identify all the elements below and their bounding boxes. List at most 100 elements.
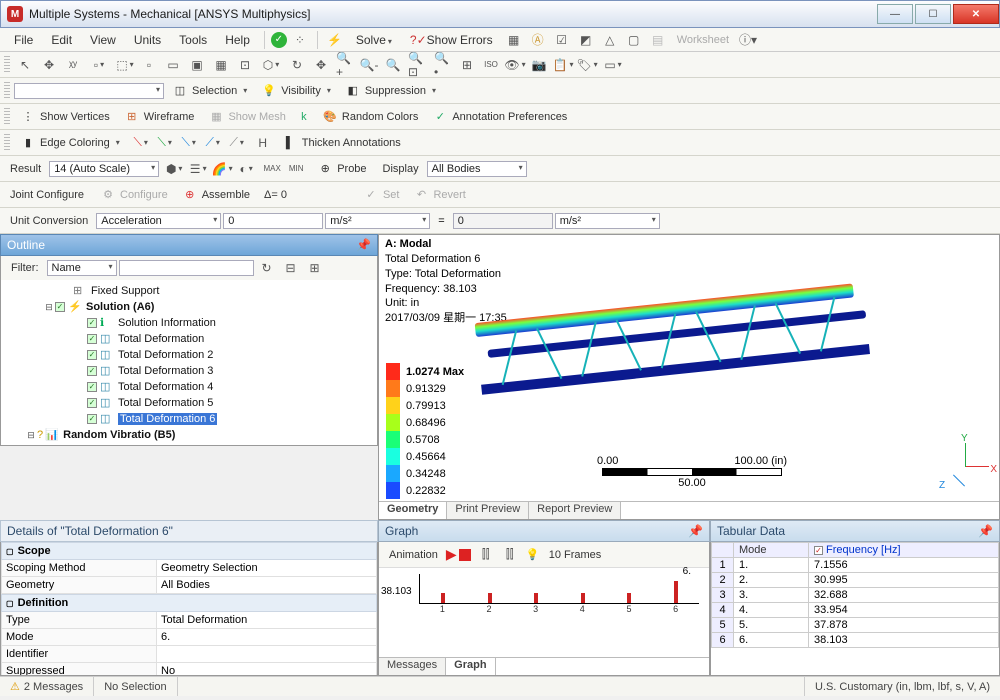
minimize-button[interactable] [877,4,913,24]
cursor-icon[interactable]: ↖ [16,56,34,74]
check-icon[interactable]: ✓ [271,32,287,48]
pan-icon[interactable]: ✥ [312,56,330,74]
sheet-d-icon[interactable]: ▤ [649,31,667,49]
pin-icon[interactable]: 📌 [356,238,371,252]
details-group-scope[interactable]: Scope [1,542,377,560]
camera-icon[interactable]: 📷 [530,56,548,74]
gradient-icon[interactable]: 🌈 [213,160,231,178]
max-icon[interactable]: MAX [263,160,281,178]
tab-print-preview[interactable]: Print Preview [447,502,529,519]
status-units[interactable]: U.S. Customary (in, lbm, lbf, s, V, A) [805,677,1000,696]
menu-file[interactable]: File [6,31,41,49]
status-messages[interactable]: ⚠2 Messages [0,677,94,696]
show-vertices-button[interactable]: ⋮Show Vertices [14,107,116,127]
visibility-button[interactable]: 💡Visibility [255,81,337,101]
frames-dn-icon[interactable]: ⫿⫿ [501,546,519,564]
nodes-icon[interactable]: ⊡ [236,56,254,74]
iso-label-icon[interactable]: ISO [482,56,500,74]
solve-button[interactable]: Solve [348,31,400,49]
k-icon[interactable]: k [296,109,312,125]
tree-td2[interactable]: ✓Total Deformation 2 [3,347,375,363]
look-icon[interactable]: 👁 [506,56,524,74]
tree-random-vibration[interactable]: ⊟?📊Random Vibratio (B5) [3,427,375,443]
zoom-box-icon[interactable]: 🔍 [384,56,402,74]
details-group-def[interactable]: Definition [1,594,377,612]
zoom-fit-icon[interactable]: 🔍⊡ [408,56,426,74]
outline-header[interactable]: Outline📌 [0,234,378,256]
e5-icon[interactable]: ⟋ [228,134,246,152]
wireframe-button[interactable]: ⊞Wireframe [118,107,201,127]
configure-button[interactable]: ⚙Configure [94,185,174,205]
tab-report-preview[interactable]: Report Preview [529,502,621,519]
filter-input[interactable] [119,260,254,276]
nav-icon[interactable]: ✥ [40,56,58,74]
menu-units[interactable]: Units [126,31,169,49]
tab-messages[interactable]: Messages [379,658,446,675]
e3-icon[interactable]: ⟍ [180,134,198,152]
viewport[interactable]: A: Modal Total Deformation 6 Type: Total… [378,234,1000,520]
menu-help[interactable]: Help [217,31,258,49]
details-val[interactable] [157,646,376,662]
pin-icon[interactable]: 📌 [978,524,993,538]
unit-unit2-combo[interactable]: m/s² [555,213,660,229]
pin-icon[interactable]: 📌 [688,524,703,538]
views-icon[interactable]: ⊞ [458,56,476,74]
tree-td5[interactable]: ✓Total Deformation 5 [3,395,375,411]
tag-icon[interactable]: 🏷 [578,56,596,74]
menu-view[interactable]: View [82,31,124,49]
edge-icon[interactable]: ▭ [164,56,182,74]
filter-combo[interactable]: Name [47,260,117,276]
thicken-button[interactable]: ▌Thicken Annotations [276,133,407,153]
close-button[interactable] [953,4,999,24]
refresh-icon[interactable]: ↻ [258,259,276,277]
random-colors-button[interactable]: 🎨Random Colors [316,107,424,127]
zoom-out-icon[interactable]: 🔍- [360,56,378,74]
tree-solution[interactable]: ⊟✓⚡Solution (A6) [3,299,375,315]
play-button[interactable]: ▶ [446,546,457,563]
worksheet-button[interactable]: Worksheet [671,32,735,48]
menu-edit[interactable]: Edit [43,31,80,49]
select-body-icon[interactable]: ▫ [90,56,108,74]
tree-td3[interactable]: ✓Total Deformation 3 [3,363,375,379]
col-freq[interactable]: Frequency [Hz] [826,544,901,556]
chart-icon[interactable]: ◩ [577,31,595,49]
rotate-icon[interactable]: ↻ [288,56,306,74]
expand-icon[interactable]: ⊟ [282,259,300,277]
iso-icon[interactable]: ◐ [237,160,255,178]
tree-sol-info[interactable]: ✓Solution Information [3,315,375,331]
named-sel-combo[interactable] [14,83,164,99]
details-val[interactable]: No [157,663,376,676]
contour-icon[interactable]: ⬢ [165,160,183,178]
assemble-button[interactable]: ⊕Assemble [176,185,256,205]
display-combo[interactable]: All Bodies [427,161,527,177]
tabular-data-table[interactable]: Mode✓Frequency [Hz] 11.7.1556 22.30.995 … [711,542,999,648]
unit-type-combo[interactable]: Acceleration [96,213,221,229]
min-icon[interactable]: MIN [287,160,305,178]
tree-td4[interactable]: ✓Total Deformation 4 [3,379,375,395]
col-mode[interactable]: Mode [734,543,809,558]
e1-icon[interactable]: ⟍ [132,134,150,152]
todo-icon[interactable]: ☑ [553,31,571,49]
face-icon[interactable]: ▣ [188,56,206,74]
tree-td1[interactable]: ✓Total Deformation [3,331,375,347]
probe-button[interactable]: ⊕Probe [311,159,372,179]
triangle-icon[interactable]: △ [601,31,619,49]
e2-icon[interactable]: ⟍ [156,134,174,152]
tree-modal[interactable]: T=0Modal (Modal) [3,443,375,445]
body-icon[interactable]: ▦ [212,56,230,74]
clipboard-icon[interactable]: 📋 [554,56,572,74]
zoom-in-icon[interactable]: 🔍+ [336,56,354,74]
collapse-icon[interactable]: ⊞ [306,259,324,277]
show-errors-button[interactable]: ?✓Show Errors [402,31,501,49]
e4-icon[interactable]: ⟋ [204,134,222,152]
result-scale-combo[interactable]: 14 (Auto Scale) [49,161,159,177]
stop-button[interactable] [459,549,471,561]
window-split-icon[interactable]: ▭ [604,56,622,74]
show-mesh-button[interactable]: ▦Show Mesh [202,107,291,127]
details-val[interactable]: All Bodies [157,577,376,593]
abc-icon[interactable]: Ⓐ [529,31,547,49]
edges-icon[interactable]: ☰ [189,160,207,178]
set-button[interactable]: ✓Set [357,185,406,205]
xy-icon[interactable]: ᵡʸ [64,56,82,74]
iso-cube-icon[interactable]: ⬡ [262,56,280,74]
